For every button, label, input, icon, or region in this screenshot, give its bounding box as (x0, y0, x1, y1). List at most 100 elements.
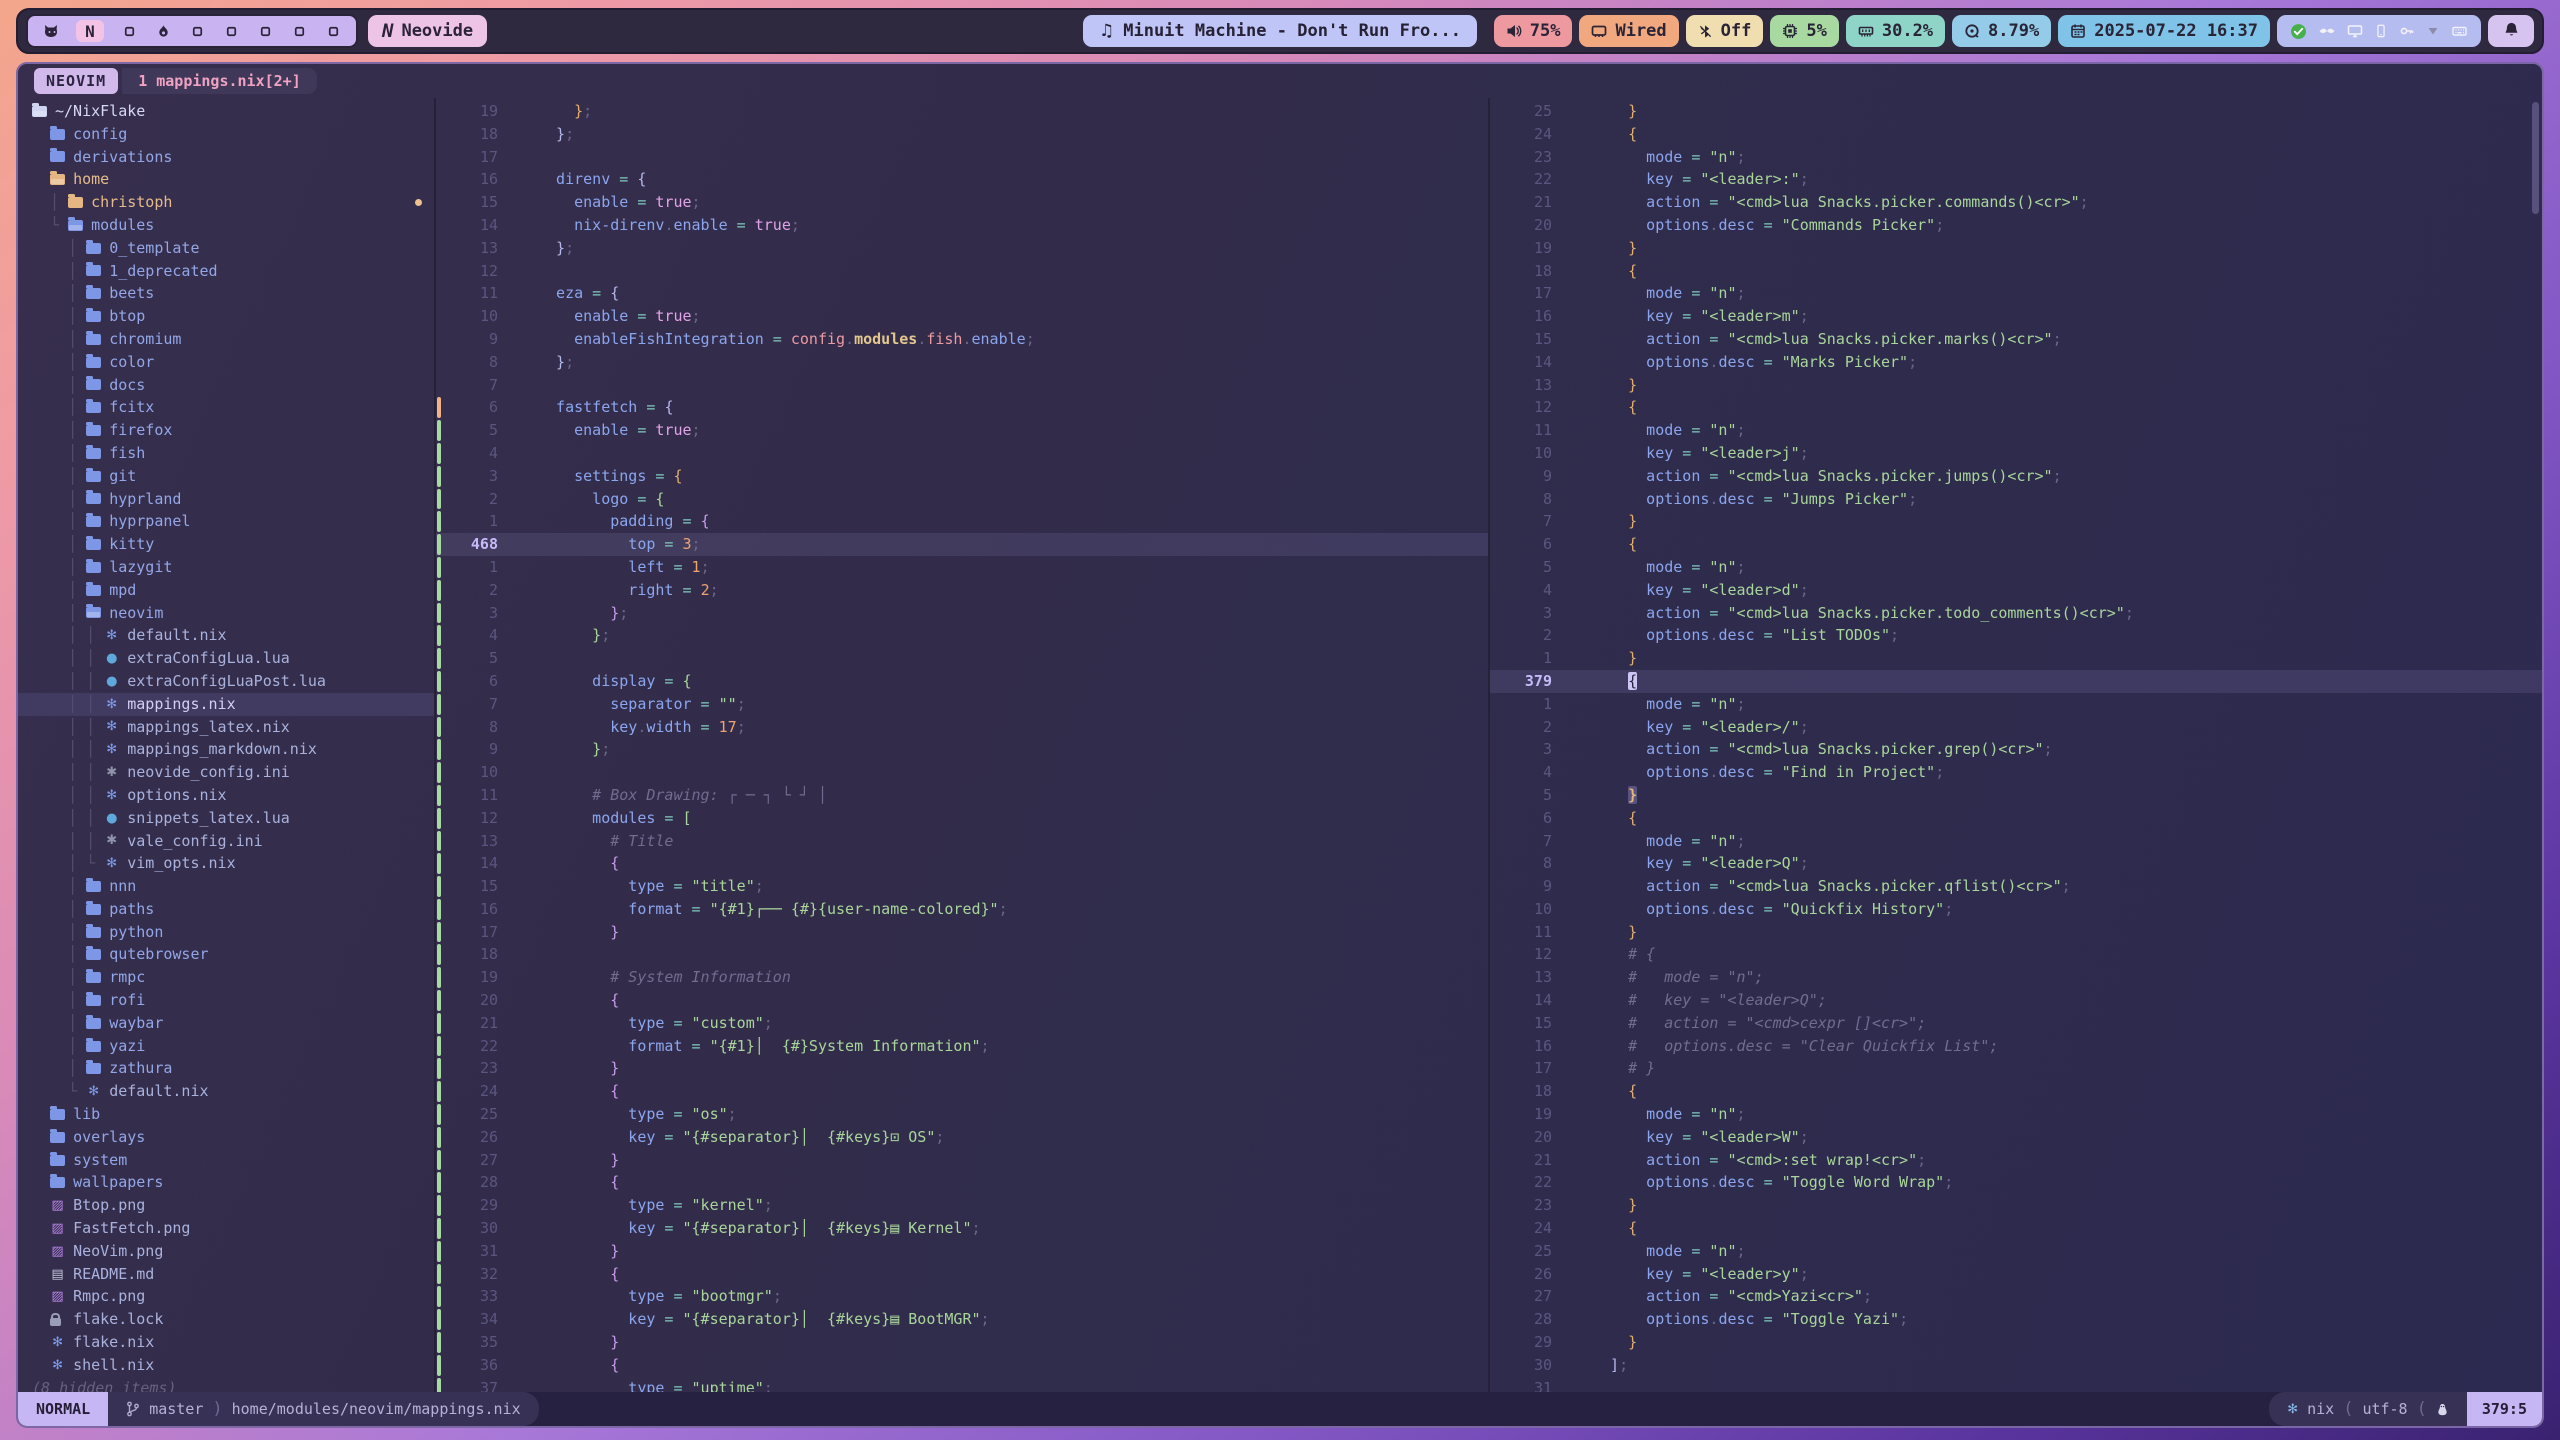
tree-item-lazygit[interactable]: │ lazygit (18, 556, 434, 579)
code-line[interactable]: 22 options.desc = "Toggle Word Wrap"; (1490, 1171, 2542, 1194)
tray-mustache-icon[interactable] (2318, 24, 2336, 38)
tree-item-fish[interactable]: │ fish (18, 442, 434, 465)
tree-item-default.nix[interactable]: │ │ ✻default.nix (18, 624, 434, 647)
code-line[interactable]: 26 key = "{#separator}│ {#keys}⊡ OS"; (436, 1126, 1488, 1149)
code-line[interactable]: 17 (436, 146, 1488, 169)
tree-item-lib[interactable]: lib (18, 1103, 434, 1126)
code-line[interactable]: 16 key = "<leader>m"; (1490, 305, 2542, 328)
code-line[interactable]: 13 }; (436, 237, 1488, 260)
bluetooth-chip[interactable]: Off (1686, 15, 1764, 47)
code-line[interactable]: 6 { (1490, 533, 2542, 556)
tree-item-docs[interactable]: │ docs (18, 374, 434, 397)
code-line[interactable]: 24 { (436, 1080, 1488, 1103)
tree-item-home[interactable]: home (18, 168, 434, 191)
code-line[interactable]: 5 enable = true; (436, 419, 1488, 442)
code-line[interactable]: 19 }; (436, 100, 1488, 123)
tree-item-christoph[interactable]: │ christoph (18, 191, 434, 214)
code-line[interactable]: 2 key = "<leader>/"; (1490, 716, 2542, 739)
tree-item-system[interactable]: system (18, 1149, 434, 1172)
tree-item-README.md[interactable]: ▤README.md (18, 1263, 434, 1286)
code-line[interactable]: 22 format = "{#1}│ {#}System Information… (436, 1035, 1488, 1058)
tree-item-extraConfigLua.lua[interactable]: │ │ ●extraConfigLua.lua (18, 647, 434, 670)
code-line[interactable]: 9 enableFishIntegration = config.modules… (436, 328, 1488, 351)
code-line[interactable]: 7 (436, 374, 1488, 397)
workspace-7-square-icon[interactable] (256, 21, 274, 41)
code-line[interactable]: 1 padding = { (436, 510, 1488, 533)
code-line[interactable]: 15 # action = "<cmd>cexpr []<cr>"; (1490, 1012, 2542, 1035)
code-line[interactable]: 1 } (1490, 647, 2542, 670)
tree-item-flake.lock[interactable]: flake.lock (18, 1308, 434, 1331)
tree-item-mpd[interactable]: │ mpd (18, 579, 434, 602)
window-title-chip[interactable]: N Neovide (368, 15, 487, 47)
code-line[interactable]: 17 # } (1490, 1057, 2542, 1080)
tree-item-NeoVim.png[interactable]: ▨NeoVim.png (18, 1240, 434, 1263)
workspace-6-square-icon[interactable] (222, 21, 240, 41)
tree-item-modules[interactable]: └ modules (18, 214, 434, 237)
code-line[interactable]: 14 # key = "<leader>Q"; (1490, 989, 2542, 1012)
code-line[interactable]: 25 mode = "n"; (1490, 1240, 2542, 1263)
buffer-tab[interactable]: 1 mappings.nix[2+] (122, 68, 317, 94)
code-line[interactable]: 13 # mode = "n"; (1490, 966, 2542, 989)
tree-item-yazi[interactable]: │ yazi (18, 1035, 434, 1058)
code-line[interactable]: 20 key = "<leader>W"; (1490, 1126, 2542, 1149)
tree-item-hyprpanel[interactable]: │ hyprpanel (18, 510, 434, 533)
code-line[interactable]: 5 } (1490, 784, 2542, 807)
tree-item-0_template[interactable]: │ 0_template (18, 237, 434, 260)
tree-item-snippets_latex.lua[interactable]: │ │ ●snippets_latex.lua (18, 807, 434, 830)
tree-item-nnn[interactable]: │ nnn (18, 875, 434, 898)
code-line[interactable]: 468 top = 3; (436, 533, 1488, 556)
workspace-1-cat-icon[interactable] (42, 21, 60, 41)
tree-item-mappings_latex.nix[interactable]: │ │ ✻mappings_latex.nix (18, 716, 434, 739)
tree-item-rmpc[interactable]: │ rmpc (18, 966, 434, 989)
code-line[interactable]: 33 type = "bootmgr"; (436, 1285, 1488, 1308)
tree-item-options.nix[interactable]: │ │ ✻options.nix (18, 784, 434, 807)
code-line[interactable]: 5 (436, 647, 1488, 670)
code-line[interactable]: 11 # Box Drawing: ┌ ─ ┐ └ ┘ │ (436, 784, 1488, 807)
code-line[interactable]: 29 type = "kernel"; (436, 1194, 1488, 1217)
code-line[interactable]: 3 action = "<cmd>lua Snacks.picker.grep(… (1490, 738, 2542, 761)
code-line[interactable]: 5 mode = "n"; (1490, 556, 2542, 579)
tree-item-flake.nix[interactable]: ✻flake.nix (18, 1331, 434, 1354)
code-line[interactable]: 2 logo = { (436, 488, 1488, 511)
code-line[interactable]: 10 key = "<leader>j"; (1490, 442, 2542, 465)
tree-item-paths[interactable]: │ paths (18, 898, 434, 921)
workspace-8-square-icon[interactable] (290, 21, 308, 41)
code-line[interactable]: 20 { (436, 989, 1488, 1012)
code-line[interactable]: 9 }; (436, 738, 1488, 761)
code-line[interactable]: 30 ]; (1490, 1354, 2542, 1377)
tree-item-extraConfigLuaPost.lua[interactable]: │ │ ●extraConfigLuaPost.lua (18, 670, 434, 693)
disk-chip[interactable]: 8.79% (1952, 15, 2051, 47)
code-line[interactable]: 22 key = "<leader>:"; (1490, 168, 2542, 191)
code-line[interactable]: 4 }; (436, 624, 1488, 647)
tree-item-shell.nix[interactable]: ✻shell.nix (18, 1354, 434, 1377)
code-line[interactable]: 7 separator = ""; (436, 693, 1488, 716)
code-line[interactable]: 21 action = "<cmd>lua Snacks.picker.comm… (1490, 191, 2542, 214)
code-line[interactable]: 35 } (436, 1331, 1488, 1354)
code-line[interactable]: 23 } (436, 1057, 1488, 1080)
scrollbar-thumb[interactable] (2532, 102, 2539, 214)
tree-item-overlays[interactable]: overlays (18, 1126, 434, 1149)
code-line[interactable]: 4 key = "<leader>d"; (1490, 579, 2542, 602)
code-line[interactable]: 11 mode = "n"; (1490, 419, 2542, 442)
tree-item-vale_config.ini[interactable]: │ │ ✱vale_config.ini (18, 830, 434, 853)
workspace-9-square-icon[interactable] (324, 21, 342, 41)
tree-item-FastFetch.png[interactable]: ▨FastFetch.png (18, 1217, 434, 1240)
tree-item-mappings.nix[interactable]: │ │ ✻mappings.nix (18, 693, 434, 716)
tree-item-config[interactable]: config (18, 123, 434, 146)
music-widget[interactable]: ♫ Minuit Machine - Don't Run Fro... (1083, 15, 1477, 47)
tree-item-color[interactable]: │ color (18, 351, 434, 374)
code-line[interactable]: 14 options.desc = "Marks Picker"; (1490, 351, 2542, 374)
tree-item-1_deprecated[interactable]: │ 1_deprecated (18, 260, 434, 283)
code-line[interactable]: 11 eza = { (436, 282, 1488, 305)
tree-item-kitty[interactable]: │ kitty (18, 533, 434, 556)
tree-item-firefox[interactable]: │ firefox (18, 419, 434, 442)
tree-item-default.nix[interactable]: └ ✻default.nix (18, 1080, 434, 1103)
code-line[interactable]: 15 type = "title"; (436, 875, 1488, 898)
code-line[interactable]: 24 { (1490, 1217, 2542, 1240)
code-line[interactable]: 16 format = "{#1}┌── {#}{user-name-color… (436, 898, 1488, 921)
memory-chip[interactable]: 30.2% (1846, 15, 1945, 47)
code-line[interactable]: 26 key = "<leader>y"; (1490, 1263, 2542, 1286)
tree-item-Btop.png[interactable]: ▨Btop.png (18, 1194, 434, 1217)
workspace-3-square-icon[interactable] (120, 21, 138, 41)
code-line[interactable]: 12 (436, 260, 1488, 283)
